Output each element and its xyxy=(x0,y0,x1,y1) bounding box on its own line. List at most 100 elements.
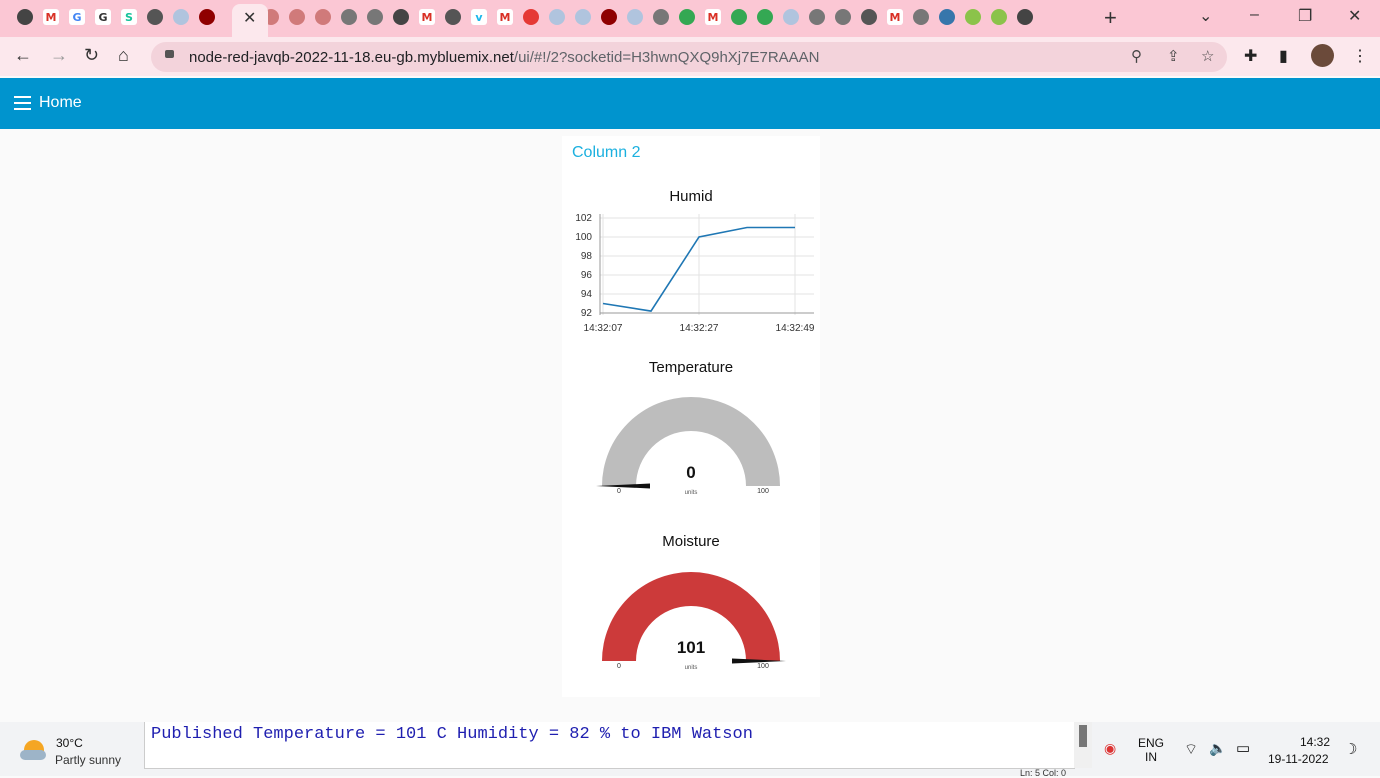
globe-icon[interactable] xyxy=(147,9,163,25)
profile-avatar[interactable] xyxy=(1311,44,1334,67)
clock-date[interactable]: 19-11-2022 xyxy=(1268,752,1329,766)
iot-icon[interactable] xyxy=(367,9,383,25)
lock-icon xyxy=(165,50,174,58)
back-icon[interactable]: ← xyxy=(14,45,32,66)
tray-app-icon[interactable]: ◉ xyxy=(1104,740,1116,757)
gmail-icon[interactable]: M xyxy=(497,9,513,25)
clock-time[interactable]: 14:32 xyxy=(1300,735,1330,749)
gauge-value: 0 xyxy=(686,463,695,482)
x-tick-label: 14:32:07 xyxy=(584,323,623,334)
gauge-min-label: 0 xyxy=(617,663,621,670)
iot-icon[interactable] xyxy=(341,9,357,25)
console-line: Published Temperature = 101 C Humidity =… xyxy=(151,725,753,744)
taskbar: 30°C Partly sunny Published Temperature … xyxy=(0,722,1380,778)
x-tick-label: 14:32:27 xyxy=(680,323,719,334)
home-icon[interactable]: ⌂ xyxy=(118,45,129,66)
extension-icon[interactable] xyxy=(991,9,1007,25)
vimeo-icon[interactable]: v xyxy=(471,9,487,25)
bookmark-star-icon[interactable]: ☆ xyxy=(1201,47,1214,65)
group-title: Column 2 xyxy=(572,144,641,161)
gmail-icon[interactable]: M xyxy=(43,9,59,25)
moisture-gauge: 101 units 0 100 xyxy=(602,572,786,671)
weather-temperature: 30°C xyxy=(56,736,83,750)
gauge-value: 101 xyxy=(677,638,705,657)
x-tick-label: 14:32:49 xyxy=(776,323,815,334)
temperature-gauge: 0 units 0 100 xyxy=(596,397,780,496)
gauge-max-label: 100 xyxy=(757,663,769,670)
close-tab-icon[interactable]: ✕ xyxy=(243,8,256,28)
close-window-button[interactable]: ✕ xyxy=(1348,6,1361,26)
tab-search-icon[interactable]: ⌄ xyxy=(1199,6,1212,26)
google-icon[interactable]: G xyxy=(69,9,85,25)
gauge-units: units xyxy=(685,665,698,671)
address-bar[interactable]: node-red-javqb-2022-11-18.eu-gb.mybluemi… xyxy=(151,42,1227,72)
meet-icon[interactable] xyxy=(679,9,695,25)
nodered-icon[interactable] xyxy=(601,9,617,25)
cloud-icon[interactable] xyxy=(627,9,643,25)
grammarly-icon[interactable]: G xyxy=(95,9,111,25)
minimize-button[interactable]: – xyxy=(1250,6,1259,24)
humid-chart-title: Humid xyxy=(669,188,713,205)
globe-icon[interactable] xyxy=(445,9,461,25)
iot-icon[interactable] xyxy=(835,9,851,25)
iot-icon[interactable] xyxy=(653,9,669,25)
gauge-units: units xyxy=(685,490,698,496)
iot-icon[interactable] xyxy=(809,9,825,25)
y-tick-label: 96 xyxy=(581,270,593,281)
cloud-icon[interactable] xyxy=(575,9,591,25)
dashboard-header: Home xyxy=(0,78,1380,129)
share-icon[interactable]: ⇪ xyxy=(1167,47,1180,65)
zoom-icon[interactable]: ⚲ xyxy=(1131,47,1142,65)
url-text[interactable]: node-red-javqb-2022-11-18.eu-gb.mybluemi… xyxy=(189,49,820,66)
python-icon[interactable] xyxy=(939,9,955,25)
cloud-icon xyxy=(20,750,46,760)
nodered-icon[interactable] xyxy=(289,9,305,25)
console-output[interactable]: Published Temperature = 101 C Humidity =… xyxy=(144,722,1075,769)
forward-icon[interactable]: → xyxy=(50,45,68,66)
weather-condition: Partly sunny xyxy=(55,753,122,767)
chrome-icon[interactable] xyxy=(1017,9,1033,25)
extensions-puzzle-icon[interactable]: ✚ xyxy=(1244,46,1257,66)
meet-icon[interactable] xyxy=(731,9,747,25)
y-tick-label: 94 xyxy=(581,289,593,300)
y-tick-label: 98 xyxy=(581,251,593,262)
gmail-icon[interactable]: M xyxy=(887,9,903,25)
restore-button[interactable]: ❐ xyxy=(1298,6,1312,26)
menu-kebab-icon[interactable]: ⋮ xyxy=(1352,46,1368,66)
extension-icon[interactable] xyxy=(965,9,981,25)
language-indicator[interactable]: ENG IN xyxy=(1138,736,1164,764)
gmail-icon[interactable]: M xyxy=(419,9,435,25)
console-scrollbar[interactable] xyxy=(1074,722,1092,768)
temperature-gauge-title: Temperature xyxy=(648,359,734,376)
chrome-icon[interactable] xyxy=(17,9,33,25)
humid-line-chart: 102 100 98 96 94 92 14:32:07 14:32:27 14:32:49 xyxy=(575,213,815,334)
new-tab-button[interactable]: + xyxy=(1104,5,1117,31)
cloud-icon[interactable] xyxy=(549,9,565,25)
grammarly-icon[interactable]: S xyxy=(121,9,137,25)
browser-tab-strip: MGGSMvMMM ✕ + ⌄ – ❐ ✕ xyxy=(0,0,1380,37)
iot-icon[interactable] xyxy=(913,9,929,25)
dashboard-group-card: Column 2 Humid 102 100 98 96 94 92 14:32:07 14:… xyxy=(562,136,820,697)
volume-icon[interactable]: 🔈 xyxy=(1209,740,1226,757)
hamburger-menu-icon[interactable] xyxy=(14,96,31,114)
meet-icon[interactable] xyxy=(757,9,773,25)
cloud-icon[interactable] xyxy=(173,9,189,25)
reload-icon[interactable]: ↻ xyxy=(84,45,99,66)
page-title: Home xyxy=(39,94,82,111)
console-status: Ln: 5 Col: 0 xyxy=(1020,768,1067,778)
chrome-icon[interactable] xyxy=(393,9,409,25)
cloud-icon[interactable] xyxy=(783,9,799,25)
wifi-icon[interactable]: ⌔ xyxy=(1184,740,1198,759)
gauge-max-label: 100 xyxy=(757,488,769,495)
gmail-icon[interactable]: M xyxy=(705,9,721,25)
y-tick-label: 102 xyxy=(575,213,592,224)
y-tick-label: 100 xyxy=(575,232,592,243)
battery-icon[interactable]: ▭ xyxy=(1236,739,1250,757)
nodered-icon[interactable] xyxy=(199,9,215,25)
side-panel-icon[interactable]: ▮ xyxy=(1279,46,1288,66)
globe-icon[interactable] xyxy=(861,9,877,25)
focus-moon-icon[interactable]: ☽ xyxy=(1344,740,1357,758)
nodered-icon[interactable] xyxy=(315,9,331,25)
heart-icon[interactable] xyxy=(523,9,539,25)
moisture-gauge-title: Moisture xyxy=(662,533,720,550)
